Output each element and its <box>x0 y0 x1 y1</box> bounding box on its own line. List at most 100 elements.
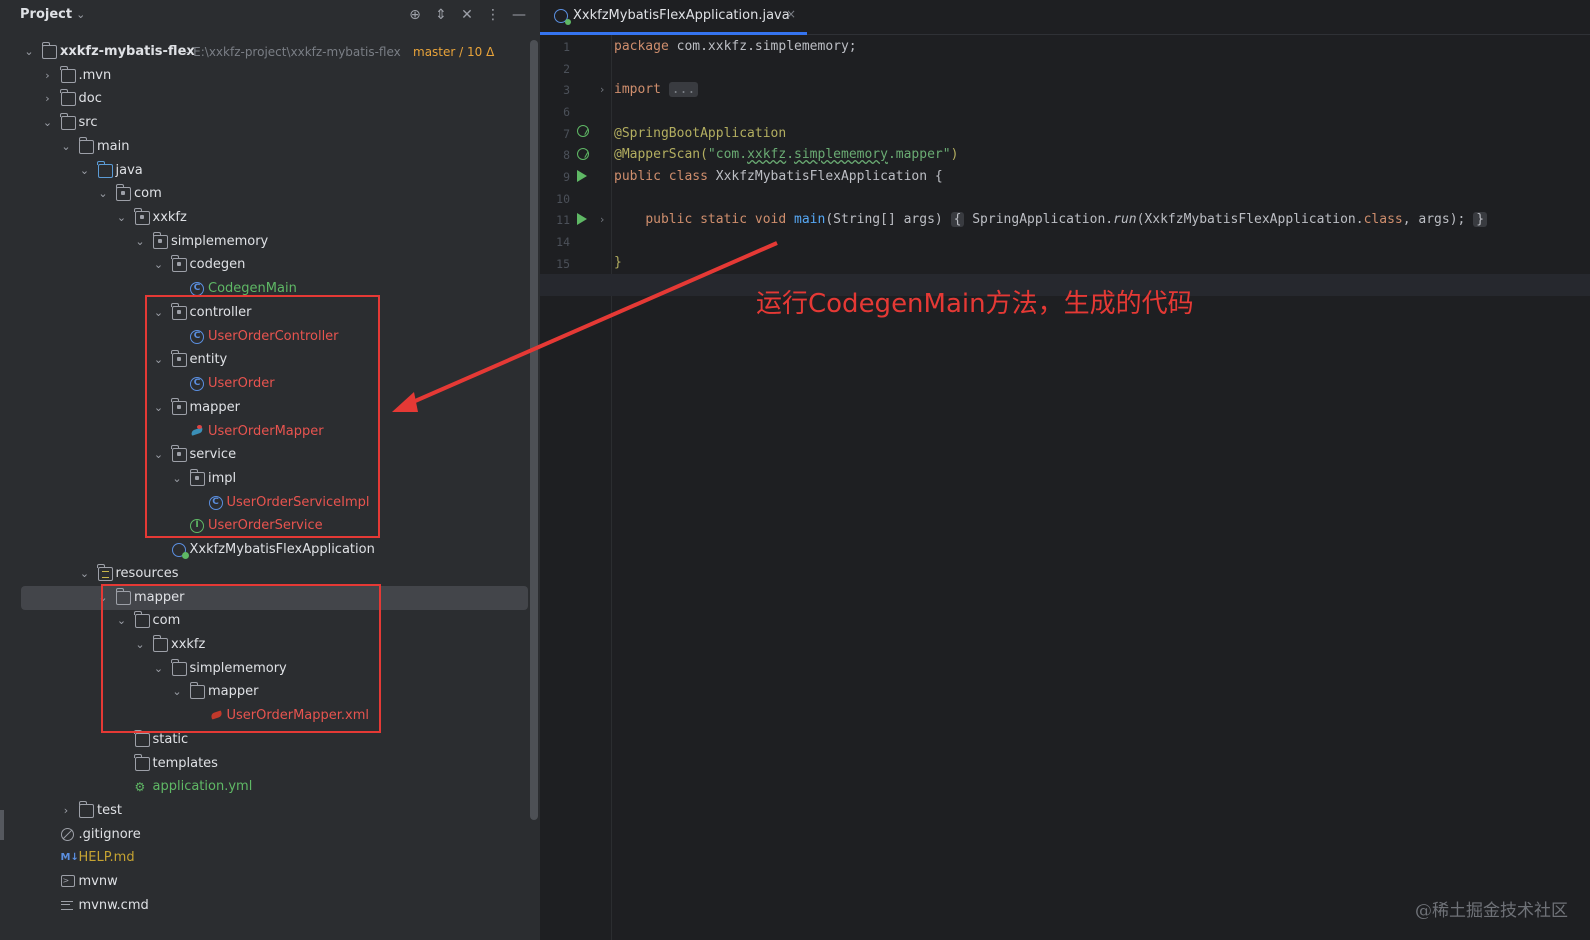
package-icon <box>152 231 168 249</box>
code-line-15: } <box>614 255 622 270</box>
tree-node[interactable]: ⌄ com <box>0 182 530 206</box>
code-editor: XxkfzMybatisFlexApplication.java × 1 2 3… <box>540 0 1590 940</box>
line-number: 1 <box>563 40 570 54</box>
spring-bean-icon[interactable] <box>577 125 589 137</box>
project-path-hint: - E:\xxkfz-project\xxkfz-mybatis-flex <box>185 45 401 59</box>
chevron-down-icon[interactable]: ⌄ <box>96 182 110 206</box>
line-number: 15 <box>556 257 570 271</box>
hide-panel-icon[interactable]: — <box>510 6 528 24</box>
project-tree-scrollbar[interactable] <box>530 40 538 820</box>
options-menu-icon[interactable]: ⋮ <box>484 6 502 24</box>
folder-icon <box>134 753 150 771</box>
expand-all-icon[interactable]: ⇕ <box>432 6 450 24</box>
chevron-down-icon[interactable]: ⌄ <box>59 135 73 159</box>
tree-node[interactable]: ⚙ application.yml <box>0 775 530 799</box>
tree-node[interactable]: ⌄ resources <box>0 562 530 586</box>
line-number: 10 <box>556 192 570 206</box>
editor-tab-application[interactable]: XxkfzMybatisFlexApplication.java × <box>540 0 807 35</box>
tree-node-label: xxkfz <box>152 210 187 226</box>
tree-node[interactable]: M↓ HELP.md <box>0 846 530 870</box>
run-main-icon[interactable] <box>577 213 587 225</box>
tree-node-label: test <box>97 803 122 819</box>
code-line-3: import ... <box>614 79 699 101</box>
line-number: 2 <box>563 62 570 76</box>
folder-icon <box>60 65 76 83</box>
tree-node-label: doc <box>78 91 102 107</box>
tree-node-label: main <box>97 138 130 154</box>
tree-node[interactable]: ⌄ xxkfz-mybatis-flex - E:\xxkfz-project\xx… <box>0 40 530 64</box>
spring-bean-search-icon[interactable] <box>577 148 589 160</box>
tree-node[interactable]: ⌄ main <box>0 135 530 159</box>
chevron-right-icon[interactable]: › <box>41 64 55 88</box>
tree-node[interactable]: templates <box>0 752 530 776</box>
code-line-9: public class XxkfzMybatisFlexApplication… <box>614 169 943 184</box>
spring-boot-class-icon <box>171 543 189 560</box>
terminal-icon: > <box>60 875 75 888</box>
tree-node[interactable]: .gitignore <box>0 823 530 847</box>
chevron-down-icon[interactable]: ⌄ <box>115 206 129 230</box>
tree-node[interactable]: › .mvn <box>0 64 530 88</box>
tree-node[interactable]: › test <box>0 799 530 823</box>
tree-node-label: mvnw <box>78 874 118 890</box>
code-line-7: @SpringBootApplication <box>614 126 787 141</box>
line-number: 8 <box>563 148 570 162</box>
tree-node-label: templates <box>152 755 218 771</box>
tree-node-label: XxkfzMybatisFlexApplication <box>189 542 375 558</box>
tree-node[interactable]: ⌄ codegen <box>0 253 530 277</box>
chevron-right-icon[interactable]: › <box>41 87 55 111</box>
chevron-down-icon[interactable]: ⌄ <box>78 562 92 586</box>
tree-node-label: com <box>134 186 162 202</box>
tree-node-label: xxkfz-mybatis-flex <box>60 44 195 59</box>
locate-file-icon[interactable]: ⊕ <box>406 6 424 24</box>
tree-node-label: application.yml <box>152 779 253 795</box>
git-branch-label: master / 10 Δ <box>413 45 495 59</box>
tree-node-label: HELP.md <box>78 850 135 866</box>
close-tab-icon[interactable]: × <box>786 7 796 21</box>
generated-xml-highlight-box <box>101 584 381 733</box>
code-line-11: public static void main(String[] args) {… <box>614 209 1488 231</box>
editor-tab-label: XxkfzMybatisFlexApplication.java <box>573 8 790 23</box>
tree-node-label: resources <box>115 565 179 581</box>
spring-boot-class-icon <box>554 9 571 25</box>
tree-node[interactable]: XxkfzMybatisFlexApplication <box>0 538 530 562</box>
project-view-selector[interactable]: Project ⌄ <box>20 7 85 22</box>
chevron-down-icon[interactable]: ⌄ <box>41 111 55 135</box>
tree-node[interactable]: › doc <box>0 87 530 111</box>
line-number: 9 <box>563 170 570 184</box>
tree-node-label: src <box>78 115 98 131</box>
folder-icon <box>60 89 76 107</box>
tree-node[interactable]: > mvnw <box>0 870 530 894</box>
project-panel-header: Project ⌄ ⊕ ⇕ ✕ ⋮ — <box>0 0 540 30</box>
line-number: 3 <box>563 83 570 97</box>
chevron-down-icon[interactable]: ⌄ <box>78 159 92 183</box>
tree-node-label: mvnw.cmd <box>78 897 149 913</box>
project-tool-window: Project ⌄ ⊕ ⇕ ✕ ⋮ — ⌄ xxkfz-mybatis-flex - … <box>0 0 540 940</box>
tree-node[interactable]: ⌄ java <box>0 159 530 183</box>
yaml-icon: ⚙ <box>134 780 146 795</box>
chevron-down-icon[interactable]: ⌄ <box>133 230 147 254</box>
watermark-text: @稀土掘金技术社区 <box>1415 901 1568 921</box>
folder-icon <box>78 801 94 819</box>
folder-icon <box>60 113 76 131</box>
editor-gutter: 1 2 3 6 7 8 9 10 11 14 15 16 › › <box>540 35 612 940</box>
folded-imports[interactable]: ... <box>668 82 699 97</box>
chevron-down-icon[interactable]: ⌄ <box>22 40 36 64</box>
collapse-all-icon[interactable]: ✕ <box>458 6 476 24</box>
editor-tab-bar: XxkfzMybatisFlexApplication.java × <box>540 0 1590 35</box>
tree-node[interactable]: ⌄ simplememory <box>0 230 530 254</box>
code-line-1: package com.xxkfz.simplememory; <box>614 39 857 54</box>
chevron-down-icon: ⌄ <box>76 8 86 21</box>
folder-icon <box>134 729 150 747</box>
tree-node[interactable]: mvnw.cmd <box>0 894 530 918</box>
run-class-icon[interactable] <box>577 170 587 182</box>
tree-node[interactable]: ⌄ xxkfz <box>0 206 530 230</box>
fold-expand-icon[interactable]: › <box>600 213 604 226</box>
tree-node[interactable]: ⌄ src <box>0 111 530 135</box>
line-number: 6 <box>563 105 570 119</box>
fold-expand-icon[interactable]: › <box>600 83 604 96</box>
chevron-right-icon[interactable]: › <box>59 799 73 823</box>
tree-node-label: .gitignore <box>78 826 141 842</box>
tree-node-label: java <box>115 162 143 178</box>
line-number: 11 <box>556 213 570 227</box>
chevron-down-icon[interactable]: ⌄ <box>152 253 166 277</box>
